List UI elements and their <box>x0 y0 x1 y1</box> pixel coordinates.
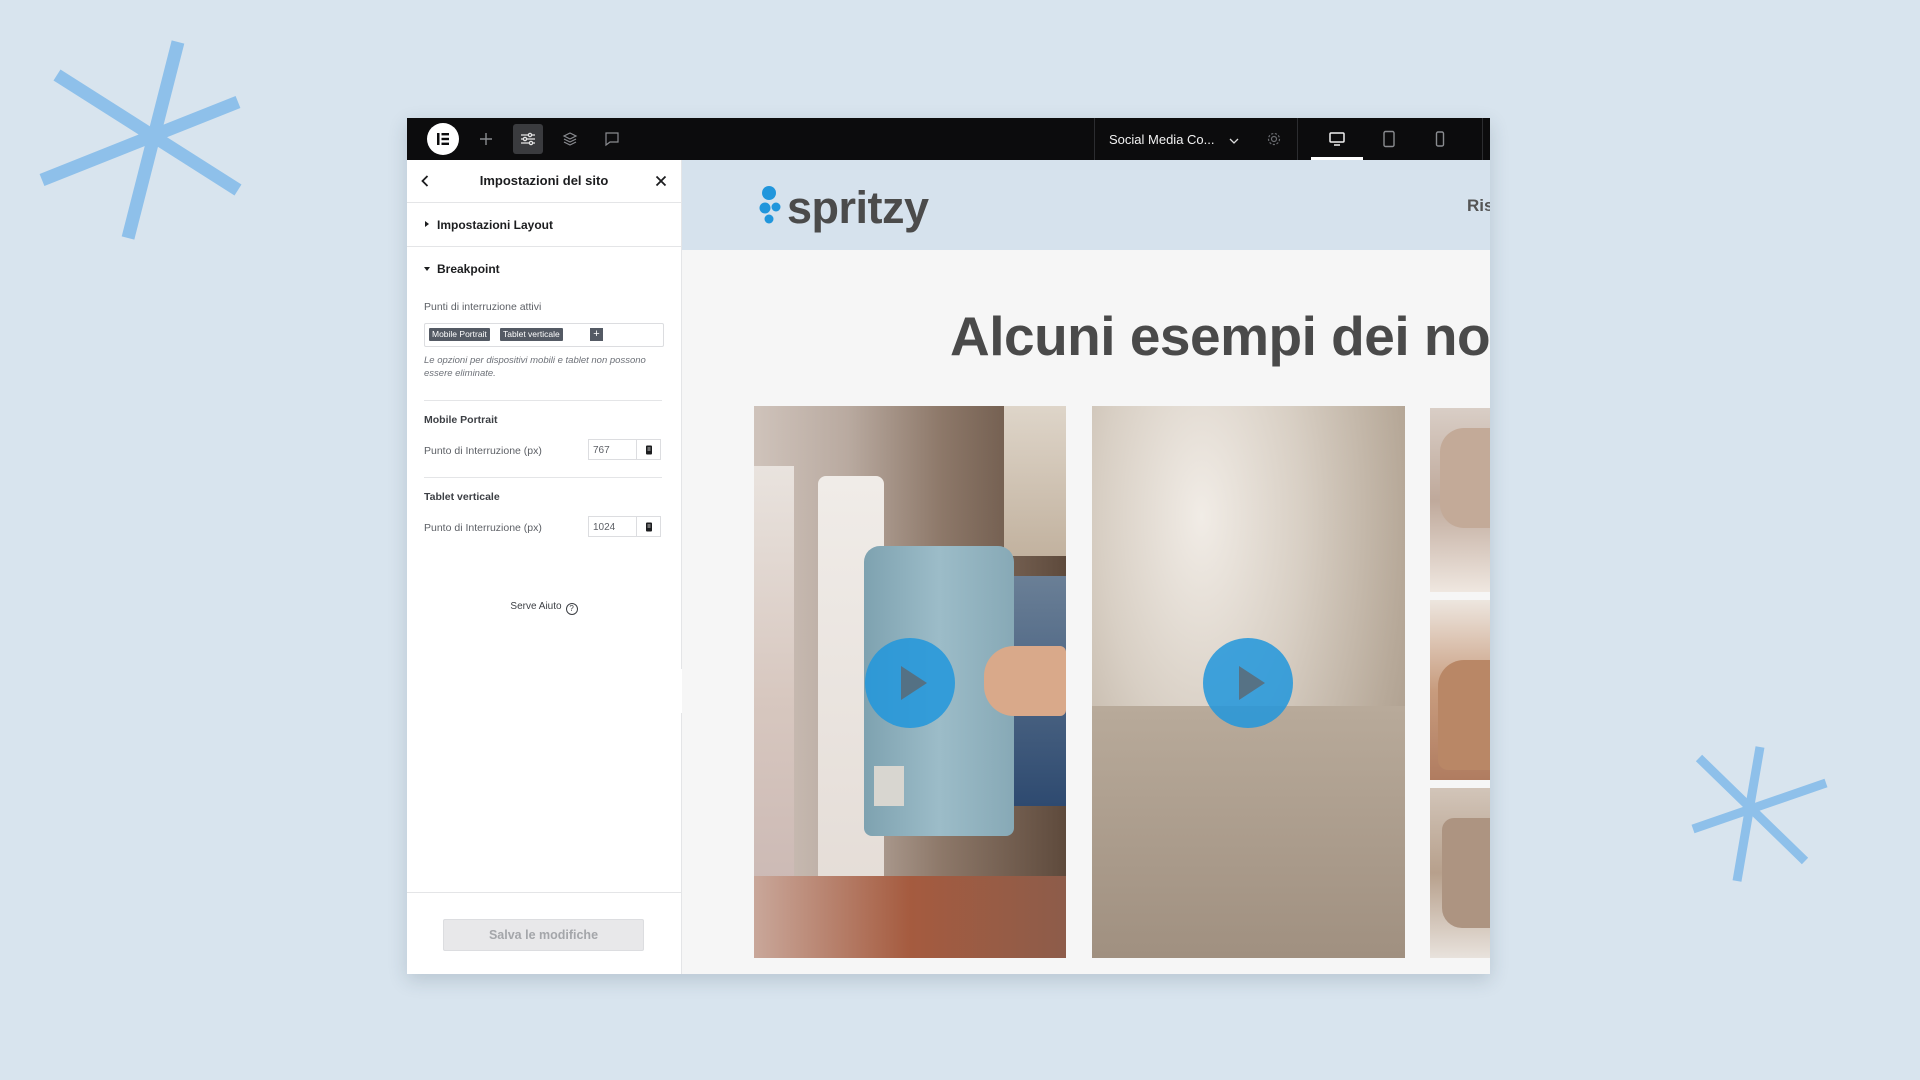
chip-mobile-portrait[interactable]: Mobile Portrait <box>429 328 490 341</box>
breakpoint-note: Le opzioni per dispositivi mobili e tabl… <box>424 355 646 379</box>
chevron-down-icon <box>1229 132 1239 147</box>
image-shoes-2[interactable] <box>1430 600 1490 780</box>
editor-window: Social Media Co... Impostazioni del sito <box>407 118 1490 974</box>
panel-title: Impostazioni del sito <box>479 173 609 188</box>
plus-icon[interactable] <box>471 124 501 154</box>
tablet-vertical-title: Tablet verticale <box>424 491 500 503</box>
active-breakpoints-label: Punti di interruzione attivi <box>424 301 542 313</box>
asterisk-decoration-right <box>1691 746 1828 882</box>
tablet-breakpoint-input[interactable]: 1024 <box>588 516 636 537</box>
mobile-portrait-title: Mobile Portrait <box>424 414 498 426</box>
site-header: spritzy Ris <box>682 160 1490 250</box>
asterisk-decoration-left <box>39 40 242 240</box>
image-shoes-1[interactable] <box>1430 408 1490 592</box>
mobile-breakpoint-input[interactable]: 767 <box>588 439 636 460</box>
site-settings-panel: Impostazioni del sito Impostazioni Layou… <box>407 160 682 974</box>
question-icon: ? <box>565 603 578 615</box>
caret-down-icon <box>424 267 430 271</box>
panel-header: Impostazioni del sito <box>407 160 681 203</box>
section-layout-label: Impostazioni Layout <box>437 218 554 232</box>
play-button-icon[interactable] <box>1203 638 1293 728</box>
site-preview: spritzy Ris Alcuni esempi dei no <box>682 160 1490 974</box>
spritzy-logo-icon <box>759 186 781 224</box>
caret-right-icon <box>425 221 429 227</box>
section-breakpoint-toggle[interactable]: Breakpoint <box>407 247 681 290</box>
save-changes-button[interactable]: Salva le modifiche <box>443 919 644 951</box>
editor-topbar: Social Media Co... <box>407 118 1490 160</box>
brand-name: spritzy <box>787 182 929 233</box>
sliders-icon[interactable] <box>513 124 543 154</box>
help-link[interactable]: Serve Aiuto? <box>407 601 681 615</box>
image-shoes-3[interactable] <box>1430 788 1490 958</box>
site-selector[interactable]: Social Media Co... <box>1109 118 1239 160</box>
layers-icon[interactable] <box>555 124 585 154</box>
site-selector-label: Social Media Co... <box>1109 131 1215 147</box>
tablet-icon[interactable] <box>1374 124 1404 154</box>
comment-icon[interactable] <box>597 124 627 154</box>
video-thumbnail-fur[interactable] <box>1092 406 1405 958</box>
divider <box>424 477 662 478</box>
close-icon[interactable] <box>650 170 672 192</box>
gear-icon[interactable] <box>1259 124 1289 154</box>
mobile-icon[interactable] <box>1425 124 1455 154</box>
desktop-icon[interactable] <box>1322 124 1352 154</box>
help-label: Serve Aiuto <box>510 601 562 612</box>
add-breakpoint-button[interactable]: + <box>590 328 603 341</box>
section-breakpoint-label: Breakpoint <box>437 262 500 276</box>
tablet-breakpoint-label: Punto di Interruzione (px) <box>424 522 542 534</box>
tablet-device-icon[interactable] <box>636 516 661 537</box>
video-thumbnail-towels[interactable] <box>754 406 1066 958</box>
nav-item[interactable]: Ris <box>1467 196 1490 216</box>
active-breakpoints-select[interactable]: Mobile Portrait Tablet verticale + <box>424 323 664 347</box>
page-headline: Alcuni esempi dei no <box>950 305 1490 367</box>
elementor-logo-icon[interactable] <box>427 123 459 155</box>
section-layout-toggle[interactable]: Impostazioni Layout <box>407 203 681 247</box>
mobile-device-icon[interactable] <box>636 439 661 460</box>
divider <box>424 400 662 401</box>
mobile-breakpoint-label: Punto di Interruzione (px) <box>424 445 542 457</box>
play-button-icon[interactable] <box>865 638 955 728</box>
panel-footer: Salva le modifiche <box>407 892 681 974</box>
chip-tablet-vertical[interactable]: Tablet verticale <box>500 328 563 341</box>
